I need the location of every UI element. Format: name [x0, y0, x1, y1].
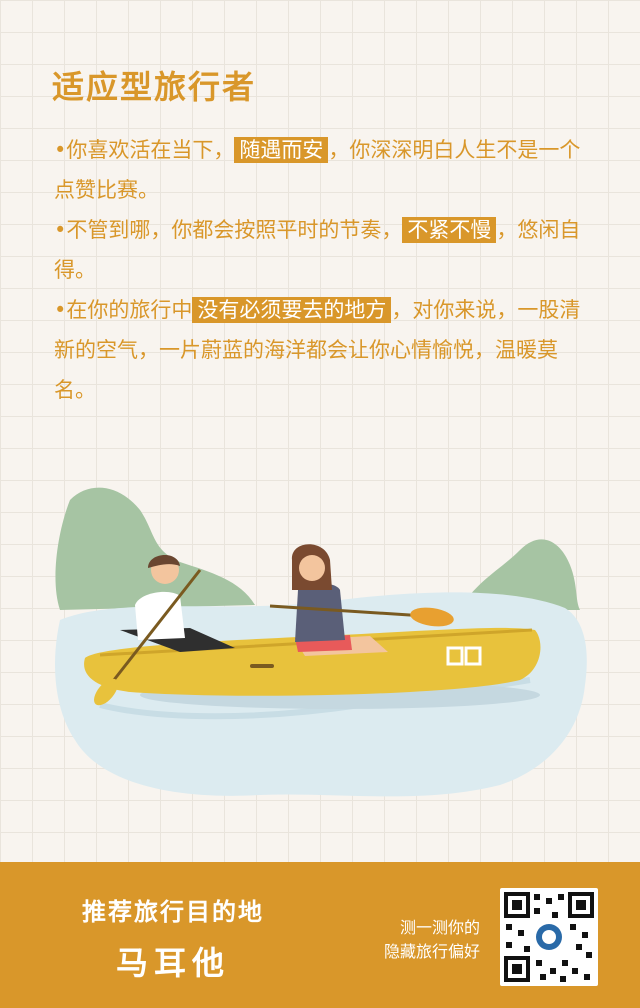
paragraph-3-text: •在你的旅行中 — [54, 298, 193, 322]
woman-shirt — [295, 583, 345, 642]
cta-line-2: 隐藏旅行偏好 — [383, 942, 480, 961]
highlight-3: 没有必须要去的地方 — [192, 297, 392, 323]
footer-banner: 推荐旅行目的地 马耳他 测一测你的 隐藏旅行偏好 — [0, 862, 640, 1008]
paragraph-2: •不管到哪，你都会按照平时的节奏， 不紧不慢 ，悠闲自得。 — [54, 210, 594, 290]
paragraph-1: •你喜欢活在当下， 随遇而安 ，你深深明白人生不是一个点赞比赛。 — [54, 130, 594, 210]
destination-name: 马耳他 — [115, 944, 230, 982]
kayak-illustration — [55, 487, 587, 797]
cta-line-1: 测一测你的 — [399, 918, 480, 937]
paragraph-3: •在你的旅行中 没有必须要去的地方 ，对你来说，一股清新的空气，一片蔚蓝的海洋都会让… — [54, 290, 594, 410]
description-text: •你喜欢活在当下， 随遇而安 ，你深深明白人生不是一个点赞比赛。 •不管到哪，你都会… — [54, 130, 594, 410]
highlight-1: 随遇而安 — [234, 137, 329, 163]
left-island — [55, 487, 256, 610]
qr-code-icon[interactable] — [500, 888, 598, 986]
recommend-label: 推荐旅行目的地 — [82, 898, 264, 926]
page-title: 适应型旅行者 — [52, 68, 257, 106]
paragraph-2-text: •不管到哪，你都会按照平时的节奏， — [54, 218, 403, 242]
highlight-2: 不紧不慢 — [402, 217, 497, 243]
paragraph-1-text: •你喜欢活在当下， — [54, 138, 235, 162]
